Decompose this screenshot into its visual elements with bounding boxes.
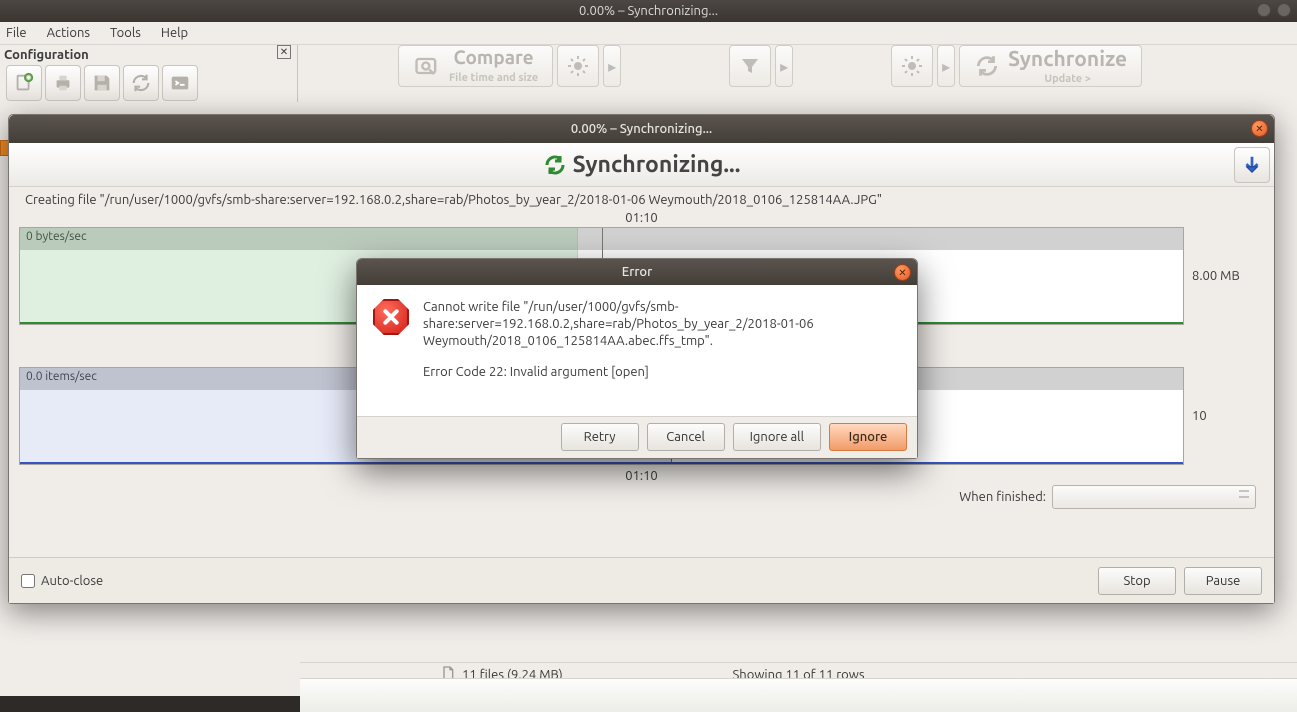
- error-dialog: Error ✕ Cannot write file "/run/user/100…: [356, 258, 918, 459]
- progress-title: 0.00% – Synchronizing...: [571, 122, 712, 136]
- maximize-icon[interactable]: [1277, 3, 1291, 17]
- auto-close-checkbox[interactable]: Auto-close: [21, 574, 103, 588]
- when-finished-combo[interactable]: [1052, 485, 1256, 509]
- error-icon: [373, 299, 409, 335]
- refresh-button[interactable]: [123, 65, 159, 101]
- main-window-titlebar: 0.00% – Synchronizing...: [0, 0, 1297, 22]
- auto-close-label: Auto-close: [41, 574, 103, 588]
- compare-button[interactable]: Compare File time and size: [398, 45, 553, 87]
- error-title: Error: [622, 265, 652, 279]
- stop-label: Stop: [1123, 574, 1150, 588]
- current-file-label: Creating file "/run/user/1000/gvfs/smb-s…: [25, 193, 1262, 207]
- progress-heading: Synchronizing...: [573, 152, 741, 177]
- stop-button[interactable]: Stop: [1098, 567, 1176, 595]
- error-close-icon[interactable]: ✕: [894, 264, 911, 281]
- synchronize-title: Synchronize: [1008, 47, 1127, 69]
- synchronize-sub: Update >: [1044, 73, 1091, 85]
- ignore-label: Ignore: [849, 430, 888, 444]
- cancel-button[interactable]: Cancel: [647, 423, 725, 451]
- menu-actions[interactable]: Actions: [47, 26, 90, 40]
- toolbar-strip: Configuration ✕ Compare File time and siz…: [0, 44, 1297, 102]
- print-button[interactable]: [45, 65, 81, 101]
- filter-button[interactable]: [729, 45, 771, 87]
- menu-help[interactable]: Help: [161, 26, 188, 40]
- bytes-remaining: 8.00 MB: [1192, 269, 1264, 283]
- error-footer: Retry Cancel Ignore all Ignore: [357, 416, 917, 458]
- compare-sub: File time and size: [449, 72, 538, 84]
- close-panel-icon[interactable]: ✕: [277, 45, 291, 59]
- menu-tools[interactable]: Tools: [110, 26, 141, 40]
- when-finished-label: When finished:: [959, 490, 1046, 504]
- pause-label: Pause: [1206, 574, 1241, 588]
- minimize-icon[interactable]: [1257, 3, 1271, 17]
- ignore-all-button[interactable]: Ignore all: [733, 423, 821, 451]
- compare-settings-button[interactable]: [557, 45, 599, 87]
- sync-settings-dropdown-button[interactable]: ▸: [937, 45, 955, 87]
- main-window-title: 0.00% – Synchronizing...: [579, 4, 718, 18]
- ignore-all-label: Ignore all: [750, 430, 804, 444]
- compare-title: Compare: [449, 48, 538, 68]
- progress-footer: Auto-close Stop Pause: [9, 557, 1274, 603]
- new-config-button[interactable]: [6, 65, 42, 101]
- ignore-button[interactable]: Ignore: [829, 423, 907, 451]
- error-message-2: Error Code 22: Invalid argument [open]: [423, 364, 901, 381]
- progress-titlebar[interactable]: 0.00% – Synchronizing... ✕: [9, 115, 1274, 143]
- menu-file[interactable]: File: [6, 26, 27, 40]
- progress-close-icon[interactable]: ✕: [1251, 120, 1268, 137]
- configuration-label: Configuration: [0, 48, 93, 62]
- synchronize-button[interactable]: Synchronize Update >: [959, 45, 1142, 87]
- auto-close-input[interactable]: [21, 574, 35, 588]
- elapsed-time-top: 01:10: [19, 211, 1264, 225]
- progress-header: Synchronizing...: [9, 143, 1274, 187]
- terminal-button[interactable]: [162, 65, 198, 101]
- retry-label: Retry: [584, 430, 616, 444]
- items-remaining: 10: [1192, 409, 1264, 423]
- collapse-button[interactable]: [1234, 147, 1270, 183]
- sync-icon: [543, 153, 567, 177]
- error-message-1: Cannot write file "/run/user/1000/gvfs/s…: [423, 299, 901, 350]
- cancel-label: Cancel: [666, 430, 705, 444]
- pause-button[interactable]: Pause: [1184, 567, 1262, 595]
- bottom-toolbar: [300, 678, 1297, 712]
- error-titlebar[interactable]: Error ✕: [357, 259, 917, 285]
- retry-button[interactable]: Retry: [561, 423, 639, 451]
- save-button[interactable]: [84, 65, 120, 101]
- sync-settings-button[interactable]: [891, 45, 933, 87]
- compare-dropdown-button[interactable]: ▸: [603, 45, 621, 87]
- elapsed-time-bottom: 01:10: [19, 469, 1264, 483]
- filter-dropdown-button[interactable]: ▸: [775, 45, 793, 87]
- menubar: File Actions Tools Help: [0, 22, 1297, 44]
